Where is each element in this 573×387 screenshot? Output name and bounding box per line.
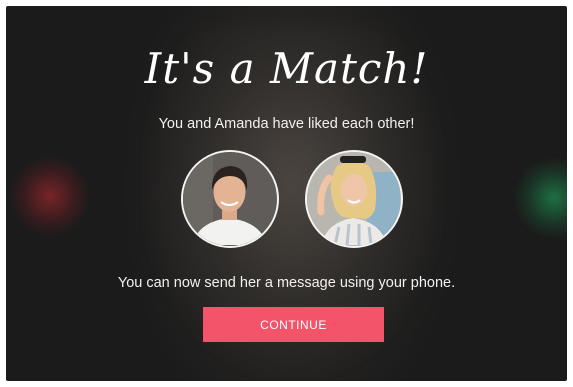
match-message: You can now send her a message using you…: [117, 275, 456, 291]
dislike-glow: [10, 156, 90, 236]
user-avatar: [181, 150, 279, 248]
match-avatar: [305, 150, 403, 248]
like-glow: [514, 158, 567, 238]
match-title: It's a Match!: [144, 44, 429, 93]
match-subtitle: You and Amanda have liked each other!: [158, 116, 415, 132]
continue-button[interactable]: CONTINUE: [203, 307, 384, 342]
